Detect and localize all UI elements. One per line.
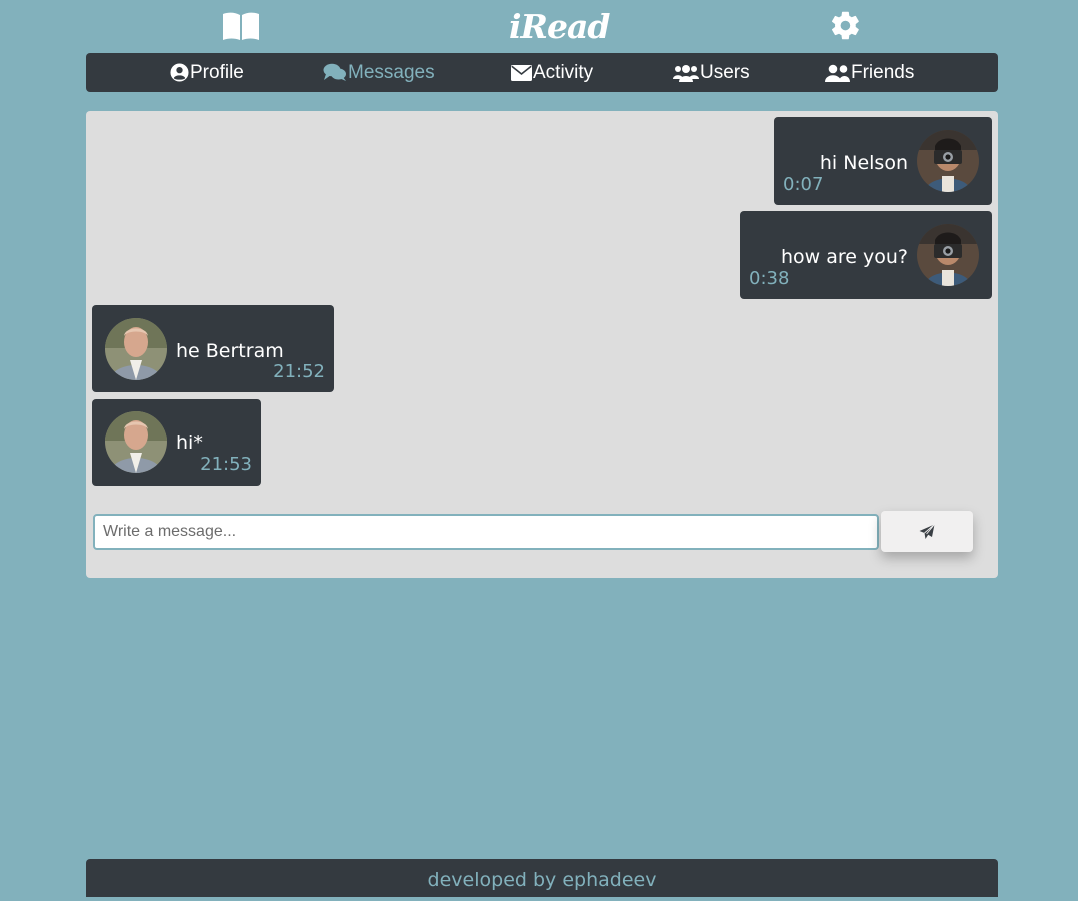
message-bubble-incoming: hi* 21:53 xyxy=(92,399,261,486)
footer-credit: developed by ephadeev xyxy=(427,869,657,891)
message-time: 0:38 xyxy=(749,268,790,289)
user-avatar-icon xyxy=(917,130,979,192)
message-bubble-outgoing: how are you? 0:38 xyxy=(740,211,992,299)
nav-label-users: Users xyxy=(700,61,750,83)
top-bar: iRead xyxy=(0,0,1078,53)
nav-label-profile: Profile xyxy=(190,61,244,83)
contact-avatar-icon xyxy=(105,318,167,380)
user-avatar-icon xyxy=(917,224,979,286)
message-text: hi* xyxy=(176,432,203,454)
message-text: how are you? xyxy=(780,246,908,268)
contact-avatar-icon xyxy=(105,411,167,473)
envelope-icon xyxy=(511,64,532,81)
nav-item-friends[interactable]: Friends xyxy=(825,53,914,92)
message-text: hi Nelson xyxy=(819,152,908,174)
nav-label-messages: Messages xyxy=(348,61,435,83)
nav-item-messages[interactable]: Messages xyxy=(323,53,435,92)
send-button[interactable] xyxy=(881,511,973,552)
nav-label-friends: Friends xyxy=(851,61,915,83)
main-nav: Profile Messages Activity Users Friends xyxy=(86,53,998,92)
avatar[interactable] xyxy=(917,224,979,286)
user-friends-icon xyxy=(825,64,850,82)
message-bubble-incoming: he Bertram 21:52 xyxy=(92,305,334,392)
message-text: he Bertram xyxy=(176,340,284,362)
nav-label-activity: Activity xyxy=(533,61,594,83)
comments-icon xyxy=(323,63,346,81)
message-time: 21:52 xyxy=(273,361,325,382)
avatar[interactable] xyxy=(917,130,979,192)
nav-item-activity[interactable]: Activity xyxy=(511,53,593,92)
message-input[interactable] xyxy=(93,514,879,550)
message-time: 0:07 xyxy=(783,174,824,195)
message-bubble-outgoing: hi Nelson 0:07 xyxy=(774,117,992,205)
user-circle-icon xyxy=(170,63,189,82)
app-logo[interactable]: iRead xyxy=(509,6,610,48)
gear-icon[interactable] xyxy=(829,9,862,42)
message-time: 21:53 xyxy=(200,454,252,475)
book-icon[interactable] xyxy=(222,11,260,41)
avatar[interactable] xyxy=(105,318,167,380)
users-icon xyxy=(673,64,699,82)
nav-item-users[interactable]: Users xyxy=(673,53,750,92)
chat-panel: hi Nelson 0:07 how are you? 0:38 he Bert… xyxy=(86,111,998,578)
avatar[interactable] xyxy=(105,411,167,473)
nav-item-profile[interactable]: Profile xyxy=(170,53,244,92)
footer: developed by ephadeev xyxy=(86,859,998,897)
paper-plane-icon xyxy=(919,523,935,539)
